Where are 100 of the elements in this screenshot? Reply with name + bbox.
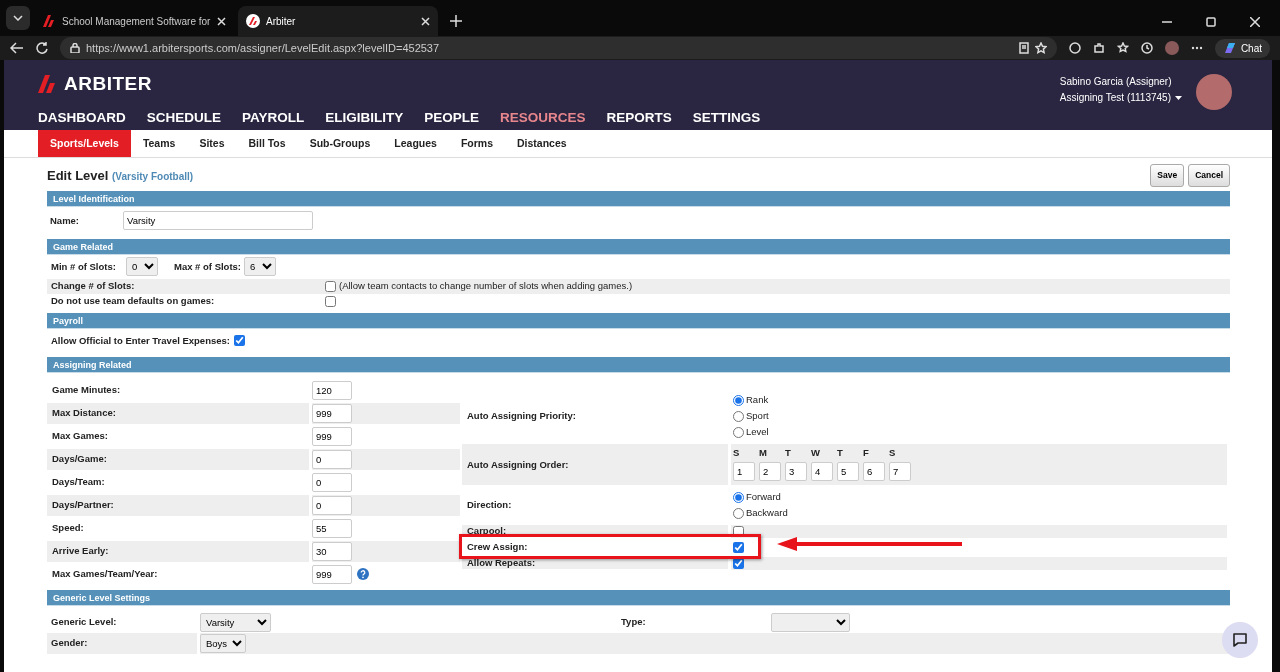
nav-link[interactable]: ELIGIBILITY: [325, 107, 404, 128]
address-bar[interactable]: https://www1.arbitersports.com/assigner/LevelEdit.aspx?levelID=452537: [60, 37, 1057, 59]
close-icon[interactable]: [217, 16, 226, 26]
radio-button[interactable]: [733, 426, 744, 438]
select-field[interactable]: 0: [126, 257, 158, 277]
input-field[interactable]: 0: [312, 495, 352, 515]
avatar[interactable]: [1196, 74, 1232, 110]
chat-button[interactable]: Chat: [1214, 38, 1270, 58]
select-field[interactable]: Boys: [200, 633, 246, 653]
subnav-tab[interactable]: Teams: [130, 130, 188, 157]
input-field[interactable]: 2: [759, 462, 781, 482]
subnav-tab[interactable]: Sites: [187, 130, 237, 157]
back-icon[interactable]: [10, 42, 24, 54]
nav-link[interactable]: PAYROLL: [242, 107, 305, 128]
nav-link[interactable]: PEOPLE: [424, 107, 480, 128]
subnav-tab[interactable]: Forms: [448, 130, 505, 157]
input-field[interactable]: 999: [312, 403, 352, 423]
input-field[interactable]: 4: [811, 462, 833, 482]
copilot-icon: [1222, 41, 1237, 55]
input-field[interactable]: 3: [785, 462, 807, 482]
field-label: Generic Level:: [51, 615, 117, 630]
day-label: S: [889, 446, 897, 461]
new-tab-icon[interactable]: [450, 15, 462, 27]
reload-icon[interactable]: [36, 42, 48, 54]
subnav-tab[interactable]: Leagues: [382, 130, 449, 157]
day-label: M: [759, 446, 768, 461]
browser-tab[interactable]: School Management Software for: [34, 6, 234, 36]
field-label: Auto Assigning Order:: [467, 457, 569, 472]
subnav-tab[interactable]: Sub-Groups: [297, 130, 383, 157]
close-icon[interactable]: [1250, 17, 1260, 27]
field-label: Max Games/Team/Year:: [52, 567, 158, 582]
tab-title: School Management Software for: [62, 14, 211, 29]
action-button[interactable]: Cancel: [1188, 164, 1230, 187]
subnav-tab[interactable]: Sports/Levels: [38, 130, 131, 157]
input-field[interactable]: 0: [312, 449, 352, 469]
help-icon[interactable]: [357, 568, 369, 581]
subnav-tab[interactable]: Distances: [505, 130, 579, 157]
nav-link[interactable]: SCHEDULE: [146, 107, 221, 128]
browser-tab[interactable]: Arbiter: [238, 6, 438, 36]
input-field[interactable]: 6: [863, 462, 885, 482]
arbiter-logo[interactable]: ARBITER: [38, 70, 761, 99]
select-field[interactable]: 6: [244, 257, 276, 277]
input-field[interactable]: 120: [312, 380, 352, 400]
field-label: Min # of Slots:: [51, 259, 117, 274]
field-label: Game Minutes:: [52, 383, 121, 398]
checkbox[interactable]: [234, 335, 245, 347]
nav-link[interactable]: SETTINGS: [692, 107, 761, 128]
site-info-icon: [70, 43, 80, 53]
option-label: Backward: [746, 506, 788, 521]
field-label: Type:: [621, 615, 647, 630]
reader-icon[interactable]: [1018, 42, 1029, 54]
checkbox[interactable]: [733, 558, 744, 570]
field-label: Do not use team defaults on games:: [51, 294, 216, 309]
maximize-icon[interactable]: [1206, 17, 1216, 27]
select-field[interactable]: Varsity: [200, 612, 271, 632]
close-icon[interactable]: [421, 16, 430, 26]
nav-link[interactable]: REPORTS: [606, 107, 672, 128]
page-title: Edit Level (Varsity Football): [47, 166, 194, 185]
day-label: T: [837, 446, 844, 461]
input-field[interactable]: 1: [733, 462, 755, 482]
section-header: Generic Level Settings: [47, 589, 1230, 606]
subnav-tab[interactable]: Bill Tos: [236, 130, 298, 157]
input-field[interactable]: 55: [312, 518, 352, 538]
caret-icon: [1175, 96, 1182, 100]
field-label: Days/Team:: [52, 475, 105, 490]
more-icon[interactable]: [1190, 46, 1203, 50]
option-label: Forward: [746, 490, 781, 505]
field-label: Days/Game:: [52, 452, 107, 467]
field-label: Carpool:: [467, 524, 507, 539]
input-field[interactable]: 5: [837, 462, 859, 482]
checkbox[interactable]: [325, 295, 336, 307]
action-button[interactable]: Save: [1150, 164, 1185, 187]
input-field[interactable]: 7: [889, 462, 911, 482]
history-icon[interactable]: [1140, 42, 1153, 54]
favorites-icon[interactable]: [1116, 42, 1129, 54]
input-field[interactable]: Varsity: [123, 211, 313, 231]
profile-icon[interactable]: [1164, 41, 1179, 55]
field-label: Auto Assigning Priority:: [467, 409, 576, 423]
checkbox[interactable]: [733, 542, 744, 554]
field-label: Arrive Early:: [52, 544, 109, 559]
star-icon[interactable]: [1034, 42, 1047, 54]
field-label: Max # of Slots:: [174, 259, 243, 274]
radio-button[interactable]: [733, 410, 744, 422]
logo-icon: [42, 14, 56, 28]
section-header: Game Related: [47, 238, 1230, 255]
select-field[interactable]: [771, 612, 850, 632]
input-field[interactable]: 999: [312, 426, 352, 446]
input-field[interactable]: 999: [312, 564, 352, 584]
day-label: S: [733, 446, 741, 461]
radio-button[interactable]: [733, 394, 744, 406]
nav-link[interactable]: DASHBOARD: [38, 107, 126, 128]
account-dropdown[interactable]: Assigning Test (1113745): [1059, 90, 1182, 106]
input-field[interactable]: 0: [312, 472, 352, 492]
input-field[interactable]: 30: [312, 541, 352, 561]
tab-list-icon[interactable]: [13, 15, 23, 21]
radio-button[interactable]: [733, 507, 744, 519]
radio-button[interactable]: [733, 491, 744, 503]
day-label: F: [863, 446, 870, 461]
checkbox[interactable]: [325, 280, 336, 292]
nav-link[interactable]: RESOURCES: [500, 107, 586, 128]
